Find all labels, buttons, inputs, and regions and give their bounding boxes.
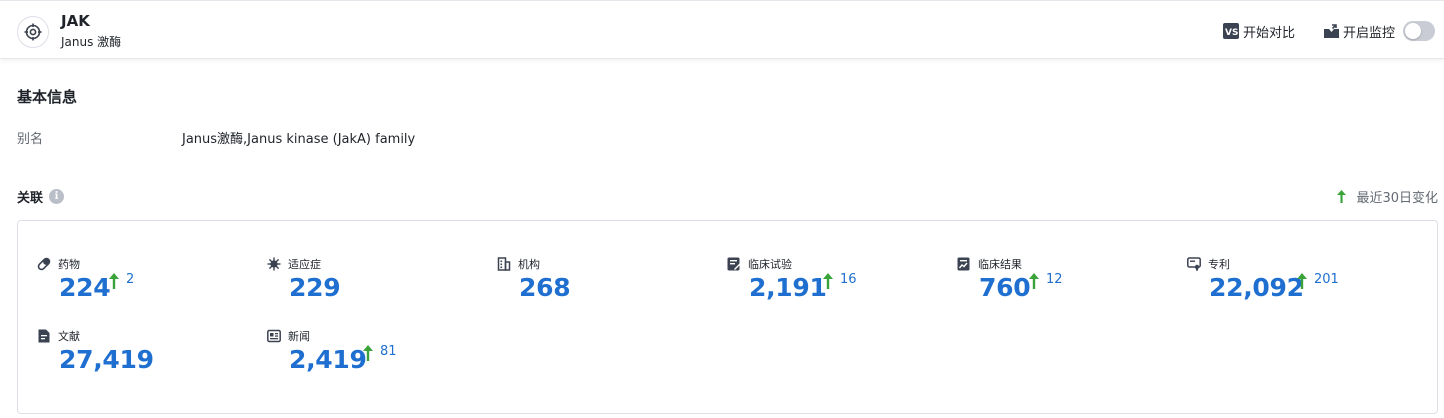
page-subtitle: Janus 激酶 xyxy=(61,35,122,49)
stat-value: 760 xyxy=(979,273,1031,302)
stat-clinical-results[interactable]: 临床结果 760 12 xyxy=(957,256,1177,316)
toggle-knob xyxy=(1405,23,1421,39)
target-icon xyxy=(17,16,49,48)
basic-info-title: 基本信息 xyxy=(17,88,78,106)
stat-delta: 81 xyxy=(363,345,397,361)
stat-news[interactable]: 新闻 2,419 81 xyxy=(267,328,487,388)
svg-text:VS: VS xyxy=(1225,28,1238,38)
stat-label: 适应症 xyxy=(288,258,321,271)
recent-change-legend: 最近30日变化 xyxy=(1337,187,1438,206)
clinical-trial-icon xyxy=(727,257,741,271)
stat-organizations[interactable]: 机构 268 xyxy=(497,256,717,316)
stat-value: 27,419 xyxy=(59,345,154,374)
up-arrow-icon xyxy=(1297,273,1307,289)
stat-label: 临床试验 xyxy=(748,258,792,271)
stat-delta-value: 16 xyxy=(840,272,857,287)
stat-clinical-trials[interactable]: 临床试验 2,191 16 xyxy=(727,256,947,316)
stat-literature[interactable]: 文献 27,419 xyxy=(37,328,257,388)
clinical-result-icon xyxy=(957,257,971,271)
document-icon xyxy=(37,329,51,343)
stat-delta-value: 81 xyxy=(380,344,397,359)
up-arrow-icon xyxy=(109,273,119,289)
header-bar: JAK Janus 激酶 VS 开始对比 开启监控 xyxy=(0,0,1444,59)
up-arrow-icon xyxy=(1029,273,1039,289)
stat-value: 22,092 xyxy=(1209,273,1304,302)
page-title: JAK xyxy=(61,12,90,30)
stat-label: 文献 xyxy=(58,330,80,343)
compare-label: 开始对比 xyxy=(1243,25,1296,41)
stat-label: 新闻 xyxy=(288,330,310,343)
recent-change-label: 最近30日变化 xyxy=(1356,191,1438,206)
stat-value: 268 xyxy=(519,273,571,302)
up-arrow-icon xyxy=(1337,190,1347,203)
associations-title-text: 关联 xyxy=(17,191,44,206)
patent-icon xyxy=(1187,257,1201,271)
monitor-label: 开启监控 xyxy=(1343,25,1396,41)
virus-icon xyxy=(267,257,281,271)
stat-delta-value: 12 xyxy=(1046,272,1063,287)
compare-button[interactable]: VS 开始对比 xyxy=(1222,21,1295,41)
stat-delta: 201 xyxy=(1297,273,1339,289)
monitor-button[interactable]: 开启监控 xyxy=(1322,21,1395,41)
stat-delta-value: 201 xyxy=(1314,272,1339,287)
alias-label: 别名 xyxy=(17,132,44,147)
alias-value: Janus激酶,Janus kinase (JakA) family xyxy=(182,132,416,147)
stat-label: 临床结果 xyxy=(978,258,1022,271)
associations-title: 关联 i xyxy=(17,187,65,206)
monitor-icon xyxy=(1322,23,1340,39)
stat-indications[interactable]: 适应症 229 xyxy=(267,256,487,316)
stat-patents[interactable]: 专利 22,092 201 xyxy=(1187,256,1407,316)
stat-value: 224 xyxy=(59,273,111,302)
stat-value: 229 xyxy=(289,273,341,302)
compare-icon: VS xyxy=(1222,23,1240,39)
up-arrow-icon xyxy=(363,345,373,361)
stat-label: 药物 xyxy=(58,258,80,271)
building-icon xyxy=(497,257,511,271)
news-icon xyxy=(267,329,281,343)
associations-card: 药物 224 2 适应症 229 机构 268 临床试验 2,191 16 临床… xyxy=(17,220,1438,414)
stat-value: 2,419 xyxy=(289,345,367,374)
stat-delta: 2 xyxy=(109,273,134,289)
stat-delta: 12 xyxy=(1029,273,1063,289)
stat-delta: 16 xyxy=(823,273,857,289)
stat-label: 专利 xyxy=(1208,258,1230,271)
info-icon[interactable]: i xyxy=(49,189,65,204)
stat-delta-value: 2 xyxy=(126,272,135,287)
monitor-toggle[interactable] xyxy=(1403,21,1435,41)
up-arrow-icon xyxy=(823,273,833,289)
stat-label: 机构 xyxy=(518,258,540,271)
stat-drugs[interactable]: 药物 224 2 xyxy=(37,256,257,316)
stat-value: 2,191 xyxy=(749,273,827,302)
pill-icon xyxy=(37,257,51,271)
